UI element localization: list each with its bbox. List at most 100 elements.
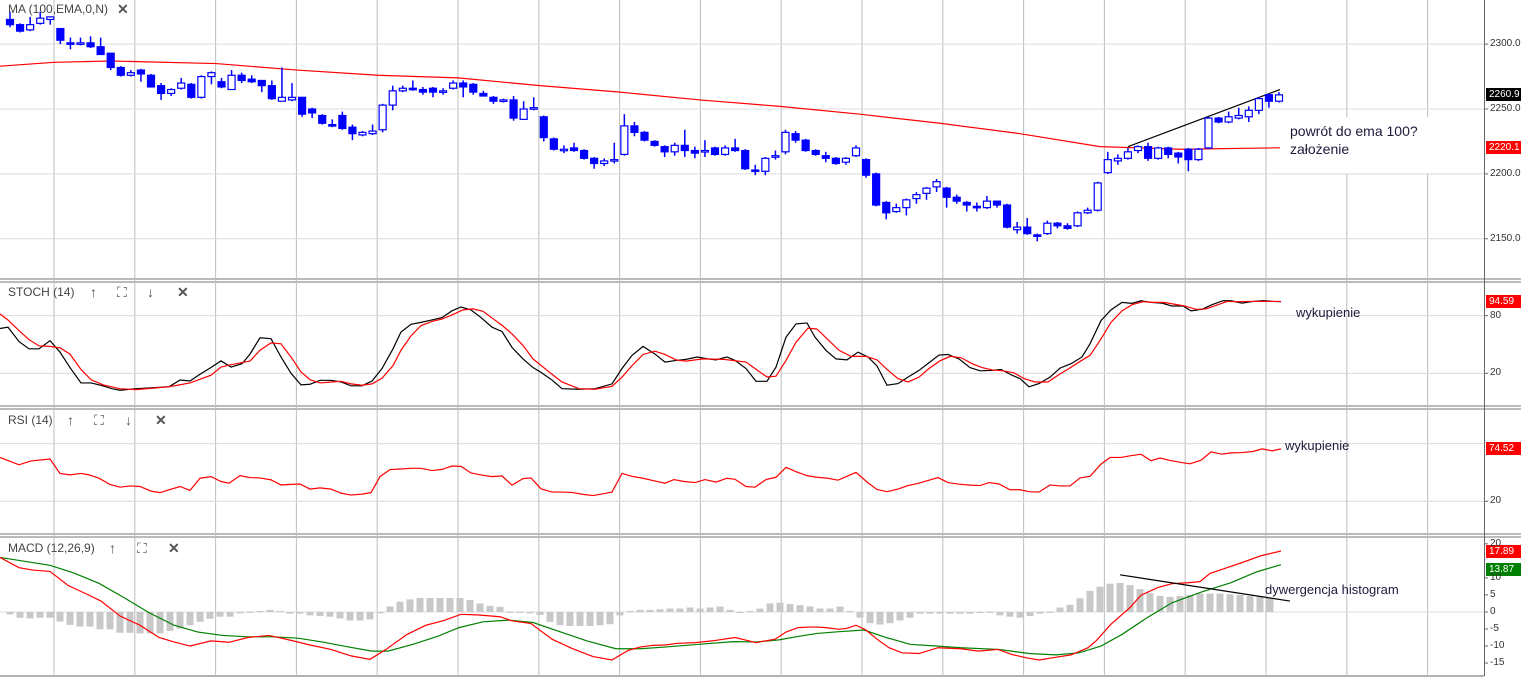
- candle-body: [36, 17, 45, 24]
- close-icon[interactable]: ✕: [117, 2, 129, 16]
- annotation-histogram-divergence[interactable]: dywergencja histogram: [1265, 582, 1399, 597]
- candle: [217, 77, 226, 89]
- candle: [1083, 207, 1092, 215]
- candle: [257, 79, 266, 93]
- candle-body: [257, 79, 266, 87]
- rsi-value-badge: 74.52: [1486, 442, 1521, 456]
- histogram-bar: [916, 611, 924, 614]
- histogram-bar: [576, 611, 584, 626]
- histogram-bar: [1076, 598, 1084, 612]
- histogram-bar: [6, 611, 14, 615]
- histogram-bar: [446, 597, 454, 612]
- candle-body: [197, 75, 206, 98]
- candle: [126, 70, 135, 77]
- candle-body: [841, 157, 851, 163]
- histogram-bar: [746, 610, 754, 612]
- candle: [237, 72, 246, 84]
- histogram-bar: [566, 611, 574, 626]
- candle-body: [972, 205, 981, 209]
- close-icon[interactable]: ✕: [155, 413, 167, 427]
- candle: [378, 103, 387, 133]
- candle-body: [861, 159, 871, 176]
- candle: [569, 142, 579, 152]
- candle-body: [449, 82, 458, 89]
- candle-body: [237, 74, 246, 82]
- candle: [600, 158, 609, 167]
- candle-body: [831, 157, 840, 165]
- candle-body: [1063, 225, 1072, 229]
- histogram-bar: [596, 611, 604, 626]
- candle: [620, 114, 629, 156]
- move-up-icon[interactable]: ↑: [109, 541, 116, 555]
- move-down-icon[interactable]: ↓: [147, 285, 154, 299]
- candle-body: [1254, 98, 1263, 111]
- candle: [1123, 147, 1133, 160]
- candle: [831, 157, 840, 165]
- histogram-bar: [926, 611, 934, 614]
- candle-body: [489, 96, 498, 102]
- candle: [56, 27, 65, 45]
- candle-body: [761, 157, 770, 172]
- histogram-bar: [486, 605, 494, 612]
- candle-body: [892, 207, 901, 213]
- annotation-stoch-overbought[interactable]: wykupienie: [1296, 305, 1360, 320]
- candle: [388, 85, 397, 111]
- histogram-bar: [776, 602, 784, 612]
- candle-body: [5, 18, 15, 26]
- candle: [146, 73, 156, 88]
- candle-body: [398, 87, 407, 92]
- histogram-bar: [1016, 611, 1024, 618]
- candle-body: [277, 96, 287, 102]
- candle-body: [700, 149, 710, 153]
- candle: [96, 37, 105, 56]
- annotation-ema-return[interactable]: powrót do ema 100?: [1290, 123, 1418, 139]
- chart-canvas[interactable]: [0, 0, 1521, 680]
- histogram-bar: [786, 604, 794, 612]
- candle-body: [1244, 109, 1253, 118]
- close-icon[interactable]: ✕: [177, 285, 189, 299]
- histogram-bar: [1136, 589, 1144, 612]
- rsi-line: [0, 448, 1282, 497]
- histogram-bar: [416, 597, 424, 612]
- candle: [690, 146, 699, 159]
- candle-body: [177, 82, 186, 89]
- histogram-bar: [336, 611, 344, 619]
- maximize-icon[interactable]: ⛶: [117, 285, 127, 299]
- histogram-bar: [906, 611, 914, 618]
- candle-body: [1073, 212, 1082, 227]
- histogram-bar: [956, 611, 964, 614]
- annotation-rsi-overbought[interactable]: wykupienie: [1285, 438, 1349, 453]
- move-down-icon[interactable]: ↓: [125, 413, 132, 427]
- candle-body: [106, 52, 115, 69]
- candle: [882, 201, 891, 220]
- candle: [610, 142, 619, 164]
- histogram-bar: [766, 603, 774, 612]
- candle: [821, 151, 830, 163]
- candle-body: [801, 139, 810, 152]
- candle-body: [1033, 234, 1042, 237]
- candle-body: [1264, 94, 1274, 102]
- close-icon[interactable]: ✕: [168, 541, 180, 555]
- candle-body: [690, 149, 699, 154]
- move-up-icon[interactable]: ↑: [67, 413, 74, 427]
- maximize-icon[interactable]: ⛶: [94, 413, 104, 427]
- histogram-bar: [206, 611, 214, 619]
- histogram-bar: [1086, 590, 1094, 612]
- histogram-bar: [516, 611, 524, 613]
- histogram-bar: [866, 611, 874, 624]
- candle-body: [1103, 159, 1112, 174]
- annotation-assumption[interactable]: założenie: [1290, 141, 1349, 157]
- ema100-line: [0, 60, 1281, 150]
- candle: [227, 70, 236, 91]
- candle-body: [751, 169, 760, 173]
- histogram-bar: [526, 611, 534, 614]
- candle: [76, 37, 85, 46]
- histogram-bar: [1236, 594, 1244, 612]
- histogram-bar: [1216, 593, 1224, 612]
- maximize-icon[interactable]: ⛶: [137, 541, 147, 555]
- candle: [519, 101, 528, 120]
- candle: [177, 77, 186, 90]
- histogram-bar: [536, 611, 544, 616]
- move-up-icon[interactable]: ↑: [90, 285, 97, 299]
- candle: [348, 124, 357, 141]
